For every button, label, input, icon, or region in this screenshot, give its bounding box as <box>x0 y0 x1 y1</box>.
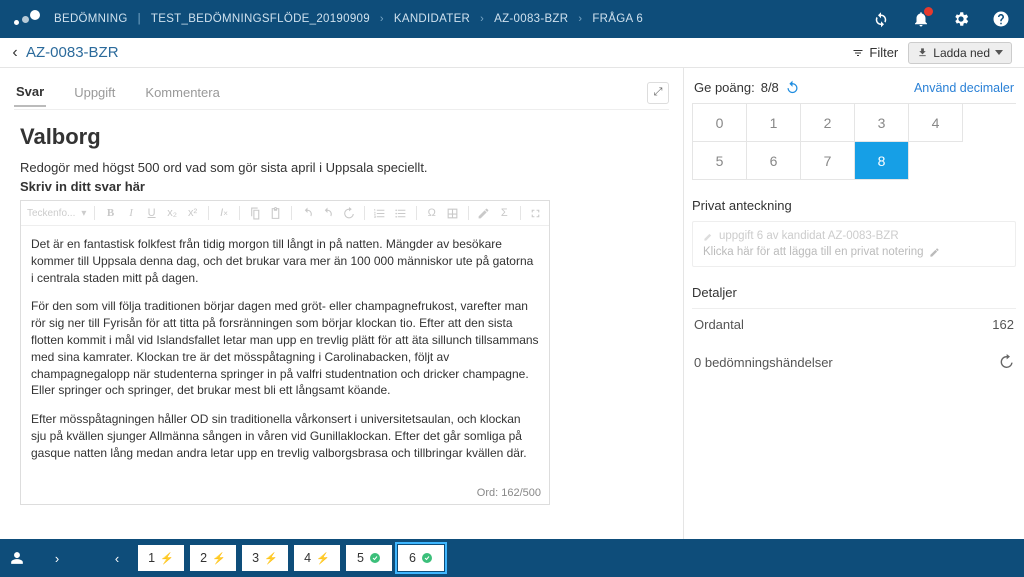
crumb-flow[interactable]: TEST_BEDÖMNINGSFLÖDE_20190909 <box>151 13 370 25</box>
private-note-title: Privat anteckning <box>692 198 1016 213</box>
list-ul-icon[interactable] <box>393 205 408 221</box>
page-4[interactable]: 4⚡ <box>294 545 340 571</box>
redo-icon[interactable] <box>321 205 336 221</box>
clear-icon[interactable]: I× <box>217 205 232 221</box>
score-6[interactable]: 6 <box>747 142 801 180</box>
copy-icon[interactable] <box>248 205 263 221</box>
subheader: ‹ AZ-0083-BZR Filter Ladda ned <box>0 38 1024 68</box>
paste-icon[interactable] <box>269 205 284 221</box>
bold-icon[interactable]: B <box>103 205 118 221</box>
pencil-icon[interactable] <box>476 205 491 221</box>
tab-task[interactable]: Uppgift <box>72 79 117 106</box>
private-note-box[interactable]: uppgift 6 av kandidat AZ-0083-BZR Klicka… <box>692 221 1016 267</box>
score-4[interactable]: 4 <box>909 104 963 142</box>
user-icon[interactable] <box>10 551 36 565</box>
score-value: 8/8 <box>761 80 779 95</box>
page-5[interactable]: 5 <box>346 545 392 571</box>
prev-page-icon[interactable]: ‹ <box>104 551 130 566</box>
word-count: Ord: 162/500 <box>21 484 549 504</box>
question-hint: Skriv in ditt svar här <box>20 179 669 194</box>
question-title: Valborg <box>20 124 669 150</box>
details-title: Detaljer <box>692 285 1016 300</box>
breadcrumb: BEDÖMNING | TEST_BEDÖMNINGSFLÖDE_2019090… <box>54 13 643 25</box>
score-8[interactable]: 8 <box>855 142 909 180</box>
table-icon[interactable] <box>445 205 460 221</box>
bell-icon[interactable] <box>912 10 930 28</box>
history-icon[interactable] <box>341 205 356 221</box>
note-ref: uppgift 6 av kandidat AZ-0083-BZR <box>719 230 899 242</box>
expand-icon[interactable]: ⤢ <box>647 82 669 104</box>
undo-score-icon[interactable] <box>785 80 800 95</box>
omega-icon[interactable]: Ω <box>425 205 440 221</box>
download-button[interactable]: Ladda ned <box>908 42 1012 64</box>
sigma-icon[interactable]: Σ <box>497 205 512 221</box>
refresh-icon[interactable] <box>872 10 890 28</box>
chevron-down-icon <box>995 50 1003 55</box>
score-label: Ge poäng: <box>694 80 755 95</box>
detail-words: Ordantal 162 <box>692 308 1016 340</box>
tab-comment[interactable]: Kommentera <box>143 79 221 106</box>
note-placeholder: Klicka här för att lägga till en privat … <box>703 246 924 258</box>
score-2[interactable]: 2 <box>801 104 855 142</box>
bottombar: › ‹ 1⚡2⚡3⚡4⚡56 <box>0 539 1024 577</box>
filter-label: Filter <box>869 45 898 60</box>
next-user-icon[interactable]: › <box>44 551 70 566</box>
sup-icon[interactable]: x² <box>185 205 200 221</box>
page-6[interactable]: 6 <box>398 545 444 571</box>
underline-icon[interactable]: U <box>144 205 159 221</box>
gear-icon[interactable] <box>952 10 970 28</box>
topbar: BEDÖMNING | TEST_BEDÖMNINGSFLÖDE_2019090… <box>0 0 1024 38</box>
crumb-question[interactable]: FRÅGA 6 <box>592 13 643 25</box>
score-grid: 01234 5678 <box>692 103 1016 180</box>
filter-button[interactable]: Filter <box>852 45 898 60</box>
font-label[interactable]: Teckenfo... <box>27 208 75 219</box>
page-1[interactable]: 1⚡ <box>138 545 184 571</box>
score-3[interactable]: 3 <box>855 104 909 142</box>
strike-icon[interactable]: x₂ <box>165 205 180 221</box>
question-description: Redogör med högst 500 ord vad som gör si… <box>20 160 669 175</box>
italic-icon[interactable]: I <box>124 205 139 221</box>
logo <box>14 10 40 28</box>
crumb-candidates[interactable]: KANDIDATER <box>394 13 470 25</box>
pencil-icon <box>929 247 940 258</box>
answer-text[interactable]: Det är en fantastisk folkfest från tidig… <box>21 226 549 484</box>
list-ol-icon[interactable] <box>373 205 388 221</box>
page-2[interactable]: 2⚡ <box>190 545 236 571</box>
history-icon[interactable] <box>998 354 1014 370</box>
crumb-candidate[interactable]: AZ-0083-BZR <box>494 13 568 25</box>
score-1[interactable]: 1 <box>747 104 801 142</box>
editor-toolbar: Teckenfo... ▾ B I U x₂ x² I× <box>21 201 549 226</box>
download-label: Ladda ned <box>933 46 990 60</box>
fullscreen-icon[interactable] <box>528 205 543 221</box>
crumb-assessment[interactable]: BEDÖMNING <box>54 13 128 25</box>
tabs: Svar Uppgift Kommentera ⤢ <box>14 78 669 110</box>
score-0[interactable]: 0 <box>693 104 747 142</box>
score-7[interactable]: 7 <box>801 142 855 180</box>
events-label: 0 bedömningshändelser <box>694 355 833 370</box>
page-title: AZ-0083-BZR <box>26 44 119 61</box>
page-3[interactable]: 3⚡ <box>242 545 288 571</box>
tab-answer[interactable]: Svar <box>14 78 46 107</box>
score-5[interactable]: 5 <box>693 142 747 180</box>
use-decimals-link[interactable]: Använd decimaler <box>914 81 1014 95</box>
back-button[interactable]: ‹ <box>6 44 24 62</box>
undo-icon[interactable] <box>300 205 315 221</box>
help-icon[interactable] <box>992 10 1010 28</box>
answer-editor: Teckenfo... ▾ B I U x₂ x² I× <box>20 200 550 505</box>
